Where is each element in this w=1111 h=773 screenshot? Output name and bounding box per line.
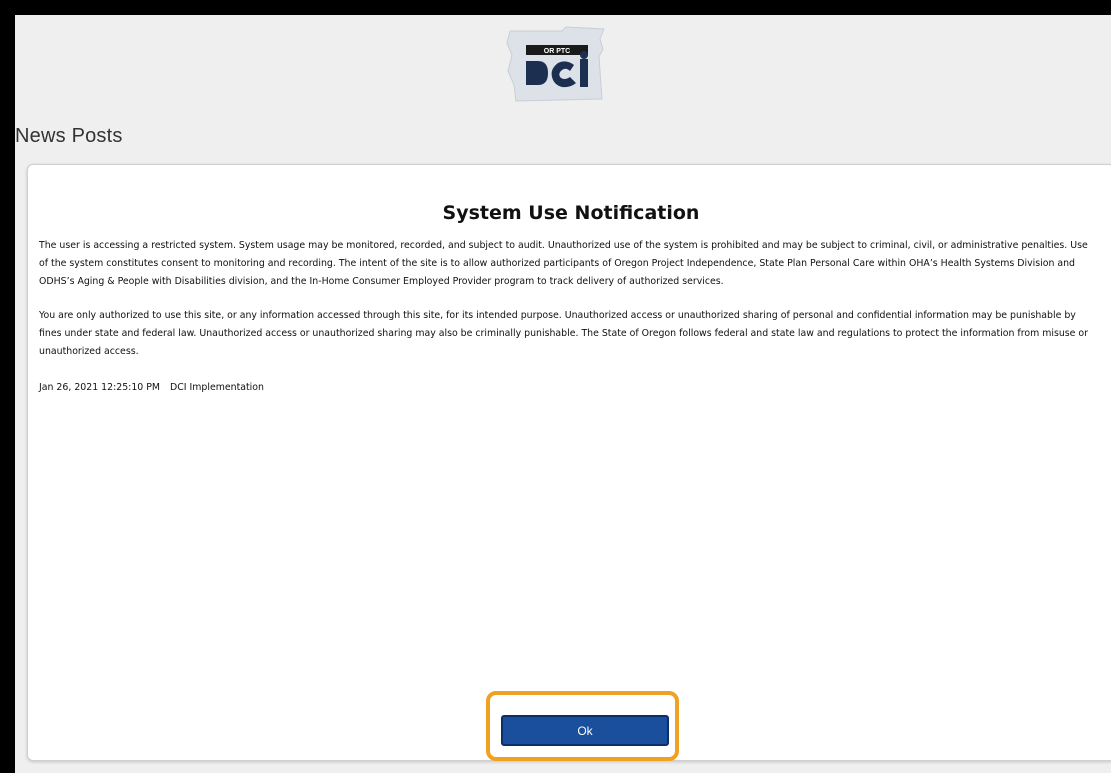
post-timestamp: Jan 26, 2021 12:25:10 PM [39,382,160,393]
notification-title: System Use Notification [442,202,700,224]
oregon-shape [506,26,605,102]
oregon-dci-logo: OR PTC [504,25,610,105]
post-meta: Jan 26, 2021 12:25:10 PM DCI Implementati… [39,382,264,393]
logo-d-shape [526,61,548,85]
notification-paragraph-2: You are only authorized to use this site… [39,310,1089,357]
logo-top-text: OR PTC [544,48,570,55]
post-author: DCI Implementation [170,382,264,393]
logo-i-dot [580,51,588,59]
notification-paragraph-1: The user is accessing a restricted syste… [39,240,1088,287]
page-title: News Posts [15,125,123,147]
app-window: OR PTC News Posts System Use Notificatio… [15,15,1111,773]
oregon-dci-logo-icon: OR PTC [506,26,605,102]
notification-card: System Use Notification The user is acce… [27,164,1111,761]
ok-button[interactable]: Ok [501,715,669,746]
logo-i-shape [580,59,588,87]
